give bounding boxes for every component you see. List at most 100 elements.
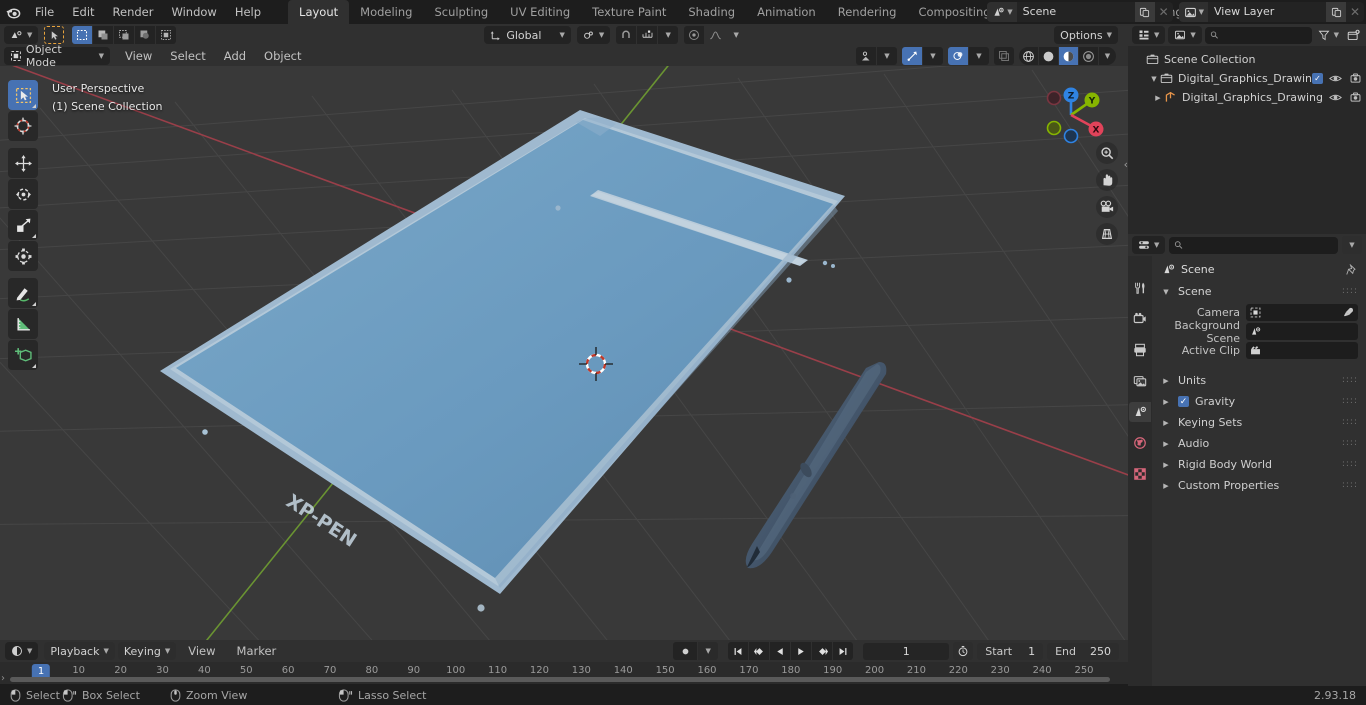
overlays-chevron-icon[interactable]: ▼ (969, 47, 989, 65)
expand-triangle-icon[interactable]: ▶ (1160, 482, 1172, 490)
collapsed-panel-audio[interactable]: ▶ Audio:::: (1152, 433, 1366, 454)
visibility-eye-icon[interactable] (1329, 72, 1342, 85)
collapsed-panel-custom-properties[interactable]: ▶ Custom Properties:::: (1152, 475, 1366, 496)
expand-triangle-icon[interactable]: ▶ (1160, 377, 1172, 385)
workspace-tab-sculpting[interactable]: Sculpting (423, 0, 499, 24)
snap-dropdown-chevron-icon[interactable]: ▼ (658, 26, 679, 44)
select-mode-group[interactable] (72, 26, 177, 44)
falloff-dropdown-chevron-icon[interactable]: ▼ (726, 26, 746, 44)
viewport-menu-object[interactable]: Object (255, 45, 310, 67)
snap-increment-icon[interactable] (637, 26, 658, 44)
wireframe-icon[interactable] (1019, 47, 1038, 65)
frame-end-field[interactable]: End 250 (1047, 642, 1119, 660)
visibility-icon[interactable] (856, 47, 876, 65)
view-layer-name[interactable]: View Layer (1208, 2, 1326, 22)
select-box-icon[interactable] (72, 26, 93, 44)
select-subtract-icon[interactable] (114, 26, 135, 44)
menu-file[interactable]: File (26, 1, 63, 23)
3d-viewport[interactable]: XP-PEN User Perspective (1) Scene Collec… (0, 66, 1128, 640)
object-mode-dropdown[interactable]: Object Mode ▼ (4, 43, 110, 69)
property-field-background-scene[interactable] (1246, 323, 1358, 340)
new-scene-button[interactable] (1134, 2, 1155, 22)
properties-editor-icon[interactable]: ▼ (1132, 236, 1166, 254)
menu-window[interactable]: Window (162, 1, 225, 23)
camera-icon[interactable] (1096, 196, 1118, 218)
view-layer-icon[interactable]: ▼ (1178, 2, 1208, 22)
scene-name[interactable]: Scene (1016, 2, 1135, 22)
workspace-tab-shading[interactable]: Shading (677, 0, 746, 24)
timeline-menu-marker[interactable]: Marker (228, 640, 286, 662)
editor-type-3dview-icon[interactable]: ▼ (4, 26, 39, 44)
outliner-exclude-checkbox[interactable]: ✓ (1312, 73, 1323, 84)
output-tab[interactable] (1129, 340, 1151, 360)
annotate-tool[interactable] (8, 278, 38, 308)
gizmo-chevron-icon[interactable]: ▼ (923, 47, 943, 65)
tweak-cursor-icon[interactable] (44, 26, 65, 44)
timeline-scrollbar[interactable] (10, 677, 1110, 682)
expand-triangle-icon[interactable]: ▶ (1160, 398, 1172, 406)
xray-icon[interactable] (994, 47, 1014, 65)
timeline-editor-icon[interactable]: ▼ (5, 642, 39, 660)
play-reverse-icon[interactable] (770, 642, 791, 660)
render-camera-icon[interactable] (1349, 91, 1362, 104)
scene-data-icon[interactable]: ▼ (1168, 26, 1202, 44)
shading-chevron-icon[interactable]: ▼ (1099, 47, 1116, 65)
magnet-icon[interactable] (616, 26, 637, 44)
collapsed-panel-gravity[interactable]: ▶ ✓ Gravity:::: (1152, 391, 1366, 412)
tool-tab[interactable] (1129, 278, 1151, 298)
measure-tool[interactable] (8, 309, 38, 339)
current-frame-field[interactable]: 1 (863, 642, 950, 660)
outliner-search-field[interactable] (1222, 28, 1307, 42)
timeline-menu-view[interactable]: View (179, 640, 224, 662)
collapsed-panel-rigid-body-world[interactable]: ▶ Rigid Body World:::: (1152, 454, 1366, 475)
viewport-menu-add[interactable]: Add (215, 45, 255, 67)
panel-expand-triangle-icon[interactable]: ▼ (1160, 288, 1172, 296)
navigation-gizmo[interactable]: Z Y X (1034, 78, 1108, 152)
viewport-menu-select[interactable]: Select (161, 45, 214, 67)
collapsed-panel-units[interactable]: ▶ Units:::: (1152, 370, 1366, 391)
view-layer-tab[interactable] (1129, 371, 1151, 391)
expand-triangle-icon[interactable]: ▶ (1160, 461, 1172, 469)
scale-tool[interactable] (8, 210, 38, 240)
unlink-scene-button[interactable]: ✕ (1155, 2, 1173, 22)
zoom-icon[interactable] (1096, 142, 1118, 164)
playback-controls[interactable] (728, 642, 854, 660)
move-tool[interactable] (8, 148, 38, 178)
visibility-chevron-icon[interactable]: ▼ (877, 47, 897, 65)
funnel-icon[interactable]: ▼ (1315, 26, 1342, 44)
world-tab[interactable] (1129, 433, 1151, 453)
timeline-expand-arrow-icon[interactable]: › (1, 673, 5, 684)
pin-icon[interactable] (1346, 263, 1358, 276)
proportional-editing-icon[interactable] (684, 26, 705, 44)
properties-options-chevron-icon[interactable]: ▼ (1342, 236, 1362, 254)
record-dot-icon[interactable] (673, 642, 698, 660)
remove-view-layer-button[interactable]: ✕ (1346, 2, 1364, 22)
property-field-active-clip[interactable] (1246, 342, 1358, 359)
menu-help[interactable]: Help (226, 1, 270, 23)
menu-edit[interactable]: Edit (63, 1, 103, 23)
workspace-tab-modeling[interactable]: Modeling (349, 0, 423, 24)
prev-keyframe-icon[interactable] (749, 642, 770, 660)
new-collection-icon[interactable] (1345, 29, 1362, 42)
render-tab[interactable] (1129, 309, 1151, 329)
properties-search-field[interactable] (1187, 238, 1333, 252)
overlays-icon[interactable] (948, 47, 968, 65)
workspace-tab-animation[interactable]: Animation (746, 0, 827, 24)
outliner-row[interactable]: ▶ Digital_Graphics_Drawing (1128, 88, 1366, 107)
timeline-menu-keying[interactable]: Keying ▼ (117, 642, 177, 660)
collapse-triangle-icon[interactable]: ▼ (1148, 75, 1160, 83)
select-intersect-icon[interactable] (156, 26, 177, 44)
menu-render[interactable]: Render (104, 1, 163, 23)
smooth-falloff-icon[interactable] (705, 26, 725, 44)
outliner-row[interactable]: ▼ Digital_Graphics_Drawing_Tab✓ (1128, 69, 1366, 88)
add-cube-tool[interactable] (8, 340, 38, 370)
workspace-tab-rendering[interactable]: Rendering (827, 0, 908, 24)
timeline-ruler[interactable]: 10 20 30 40 50 60 70 80 90 100 110 120 130 140 150 160 1… (0, 662, 1128, 684)
collapsed-panel-keying-sets[interactable]: ▶ Keying Sets:::: (1152, 412, 1366, 433)
workspace-tab-layout[interactable]: Layout (288, 0, 350, 24)
property-field-camera[interactable] (1246, 304, 1358, 321)
transform-orientation-dropdown[interactable]: Global ▼ (484, 26, 571, 44)
scene-icon[interactable]: ▼ (987, 2, 1017, 22)
solid-icon[interactable] (1039, 47, 1058, 65)
timeline-menu-playback[interactable]: Playback ▼ (44, 642, 115, 660)
